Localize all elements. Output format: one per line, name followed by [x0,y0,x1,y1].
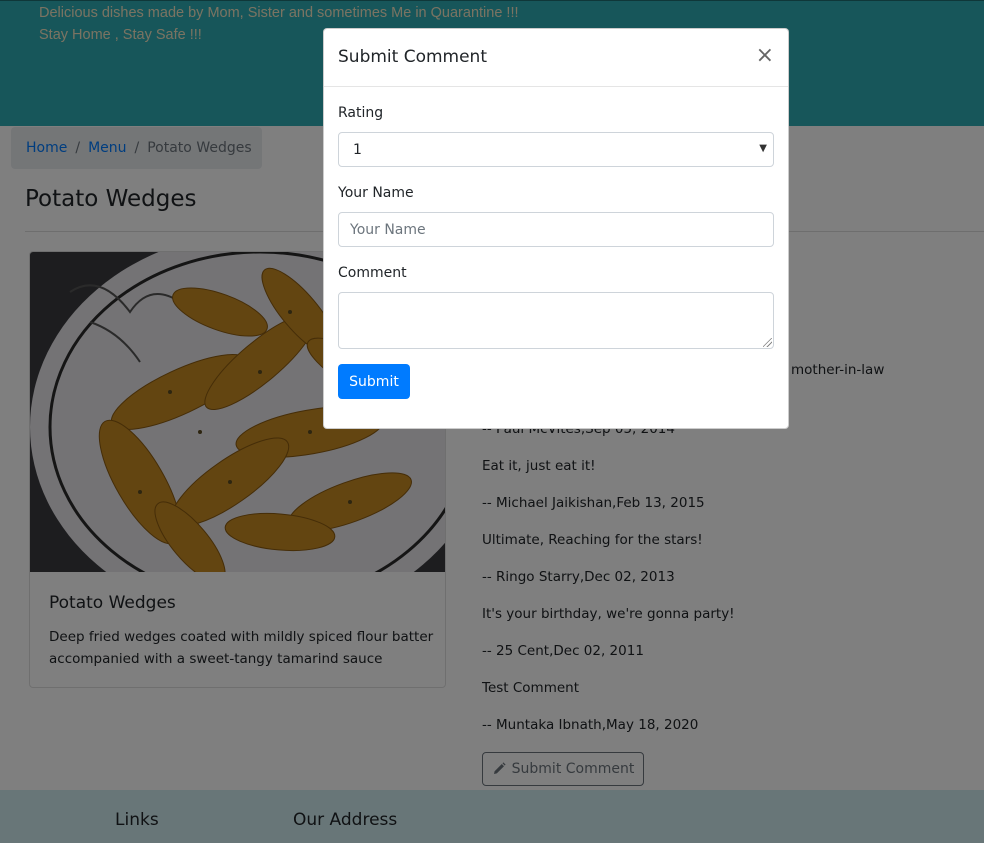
comment-label: Comment [338,265,407,281]
caret-down-icon: ▼ [759,143,767,154]
rating-select[interactable]: 1 ▼ [338,132,774,167]
rating-label: Rating [338,105,384,121]
resize-handle-icon[interactable] [763,338,772,347]
modal-header: Submit Comment × [324,29,788,87]
rating-value: 1 [353,141,362,158]
name-input[interactable]: Your Name [338,212,774,247]
name-placeholder: Your Name [350,221,426,238]
submit-button[interactable]: Submit [338,364,410,399]
name-label: Your Name [338,185,414,201]
modal-title: Submit Comment [338,47,487,67]
submit-comment-modal: Submit Comment × Rating 1 ▼ Your Name Yo… [323,28,789,429]
close-icon[interactable]: × [756,45,774,67]
comment-textarea[interactable] [338,292,774,349]
